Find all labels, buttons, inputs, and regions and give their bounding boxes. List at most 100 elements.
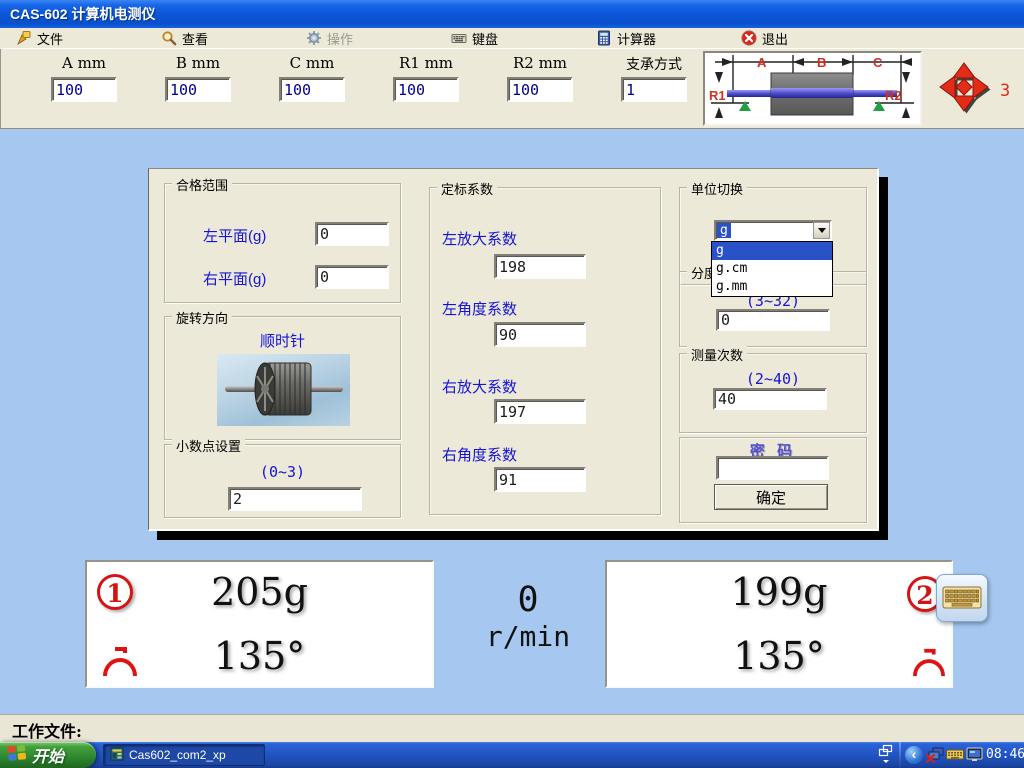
unit-combobox[interactable]: g xyxy=(714,220,832,241)
network-disconnected-icon[interactable] xyxy=(925,747,944,768)
speed-display: 0 r/min xyxy=(455,580,601,654)
group-title: 单位切换 xyxy=(687,179,747,198)
move-arrows[interactable]: 3 xyxy=(938,61,1010,120)
windows-logo-icon xyxy=(7,744,27,767)
field-b-label: B mm xyxy=(165,54,231,77)
menu-view[interactable]: 查看 xyxy=(161,28,208,48)
unit-dropdown-list: g g.cm g.mm xyxy=(711,241,833,297)
decimal-range-hint: (0~3) xyxy=(165,463,400,481)
left-plane-label: 左平面(g) xyxy=(203,225,266,246)
field-support-mode-input[interactable] xyxy=(621,77,687,102)
field-r1-label: R1 mm xyxy=(393,54,459,77)
diagram-label-a: A xyxy=(757,55,767,70)
menu-exit[interactable]: 退出 xyxy=(741,28,788,48)
title-bar: CAS-602 计算机电测仪 xyxy=(0,0,1024,28)
rotor-photo xyxy=(217,354,350,426)
angle-position-icon xyxy=(911,646,947,683)
left-plane-input[interactable] xyxy=(315,222,389,246)
diagram-label-b: B xyxy=(817,55,826,70)
operate-gear-icon xyxy=(306,30,322,46)
diagram-label-r1: R1 xyxy=(709,88,726,103)
right-angle-value: 135° xyxy=(607,634,951,678)
menu-label: 操作 xyxy=(327,29,353,48)
tray-keyboard-icon[interactable] xyxy=(946,747,964,767)
unit-option-g[interactable]: g xyxy=(712,242,832,260)
combobox-dropdown-button[interactable] xyxy=(813,222,830,239)
taskbar-clock: 08:46 xyxy=(986,742,1024,768)
measure-count-hint: (2~40) xyxy=(680,370,866,388)
unit-option-gmm[interactable]: g.mm xyxy=(712,278,832,296)
left-amount-value: 205g xyxy=(87,570,432,614)
left-angle-input[interactable] xyxy=(494,322,586,347)
restore-window-icon[interactable] xyxy=(878,744,894,768)
field-c: C mm xyxy=(279,54,345,102)
chevron-left-icon: ‹ xyxy=(912,746,917,762)
status-bar: 工作文件: xyxy=(0,714,1024,742)
right-gain-input[interactable] xyxy=(494,399,586,424)
field-r2: R2 mm xyxy=(507,54,573,102)
field-r2-input[interactable] xyxy=(507,77,573,102)
group-title: 小数点设置 xyxy=(172,436,245,455)
field-a-input[interactable] xyxy=(51,77,117,102)
right-angle-label: 右角度系数 xyxy=(442,444,517,465)
menu-label: 计算器 xyxy=(617,29,656,48)
right-gain-label: 右放大系数 xyxy=(442,376,517,397)
calculator-icon xyxy=(596,30,612,46)
taskbar-app-label: Cas602_com2_xp xyxy=(129,748,226,762)
unit-option-gcm[interactable]: g.cm xyxy=(712,260,832,278)
menu-operate: 操作 xyxy=(306,28,353,48)
right-angle-input[interactable] xyxy=(494,467,586,492)
menu-calculator[interactable]: 计算器 xyxy=(596,28,656,48)
left-measure-display: 1 205g 135° xyxy=(85,560,434,688)
toolbar: A mm B mm C mm R1 mm R2 mm 支承方式 xyxy=(0,48,1024,129)
diagram-label-r2: R2 xyxy=(885,88,902,103)
group-password: 密 码 确定 xyxy=(679,437,867,523)
window-title: CAS-602 计算机电测仪 xyxy=(10,6,155,22)
right-measure-display: 199g 2 135° xyxy=(605,560,953,688)
group-calibration: 定标系数 左放大系数 左角度系数 右放大系数 右角度系数 xyxy=(429,187,661,515)
group-title: 定标系数 xyxy=(437,179,497,198)
measure-count-input[interactable] xyxy=(713,388,827,410)
tray-monitor-icon[interactable] xyxy=(966,747,983,768)
right-plane-input[interactable] xyxy=(315,265,389,289)
left-gain-label: 左放大系数 xyxy=(442,228,517,249)
field-c-input[interactable] xyxy=(279,77,345,102)
group-decimal-setting: 小数点设置 (0~3) xyxy=(164,444,401,518)
taskbar-app-button[interactable]: Cas602_com2_xp xyxy=(103,744,265,766)
decimal-input[interactable] xyxy=(228,487,362,511)
password-input[interactable] xyxy=(716,456,829,480)
ok-button[interactable]: 确定 xyxy=(714,484,828,510)
division-input[interactable] xyxy=(716,309,830,331)
right-plane-label: 右平面(g) xyxy=(203,268,266,289)
field-r2-label: R2 mm xyxy=(507,54,573,77)
chevron-down-icon xyxy=(818,228,826,233)
menu-label: 查看 xyxy=(182,29,208,48)
menu-label: 键盘 xyxy=(472,29,498,48)
unit-selected-value: g xyxy=(717,223,731,238)
virtual-keyboard-button[interactable] xyxy=(936,574,988,622)
field-support-mode: 支承方式 xyxy=(621,54,687,102)
group-measure-count: 测量次数 (2~40) xyxy=(679,353,867,433)
field-r1: R1 mm xyxy=(393,54,459,102)
group-title: 合格范围 xyxy=(172,175,232,194)
field-support-mode-label: 支承方式 xyxy=(621,54,687,77)
group-rotation-direction: 旋转方向 顺时针 xyxy=(164,316,401,440)
menu-file[interactable]: 文件 xyxy=(16,28,63,48)
field-b-input[interactable] xyxy=(165,77,231,102)
speed-unit: r/min xyxy=(455,620,601,654)
screen: CAS-602 计算机电测仪 文件 查看 操作 键盘 计算器 退出 xyxy=(0,0,1024,768)
tray-collapse-button[interactable]: ‹ xyxy=(905,746,923,764)
start-button[interactable]: 开始 xyxy=(0,742,96,768)
left-gain-input[interactable] xyxy=(494,254,586,279)
group-qualified-range: 合格范围 左平面(g) 右平面(g) xyxy=(164,183,401,303)
field-a-label: A mm xyxy=(51,54,117,77)
start-label: 开始 xyxy=(32,743,64,767)
diagram-label-c: C xyxy=(873,55,883,70)
menu-label: 退出 xyxy=(762,29,788,48)
field-r1-input[interactable] xyxy=(393,77,459,102)
file-icon xyxy=(16,30,32,46)
view-icon xyxy=(161,30,177,46)
right-amount-value: 199g xyxy=(607,570,951,614)
menu-label: 文件 xyxy=(37,29,63,48)
menu-keyboard[interactable]: 键盘 xyxy=(451,28,498,48)
